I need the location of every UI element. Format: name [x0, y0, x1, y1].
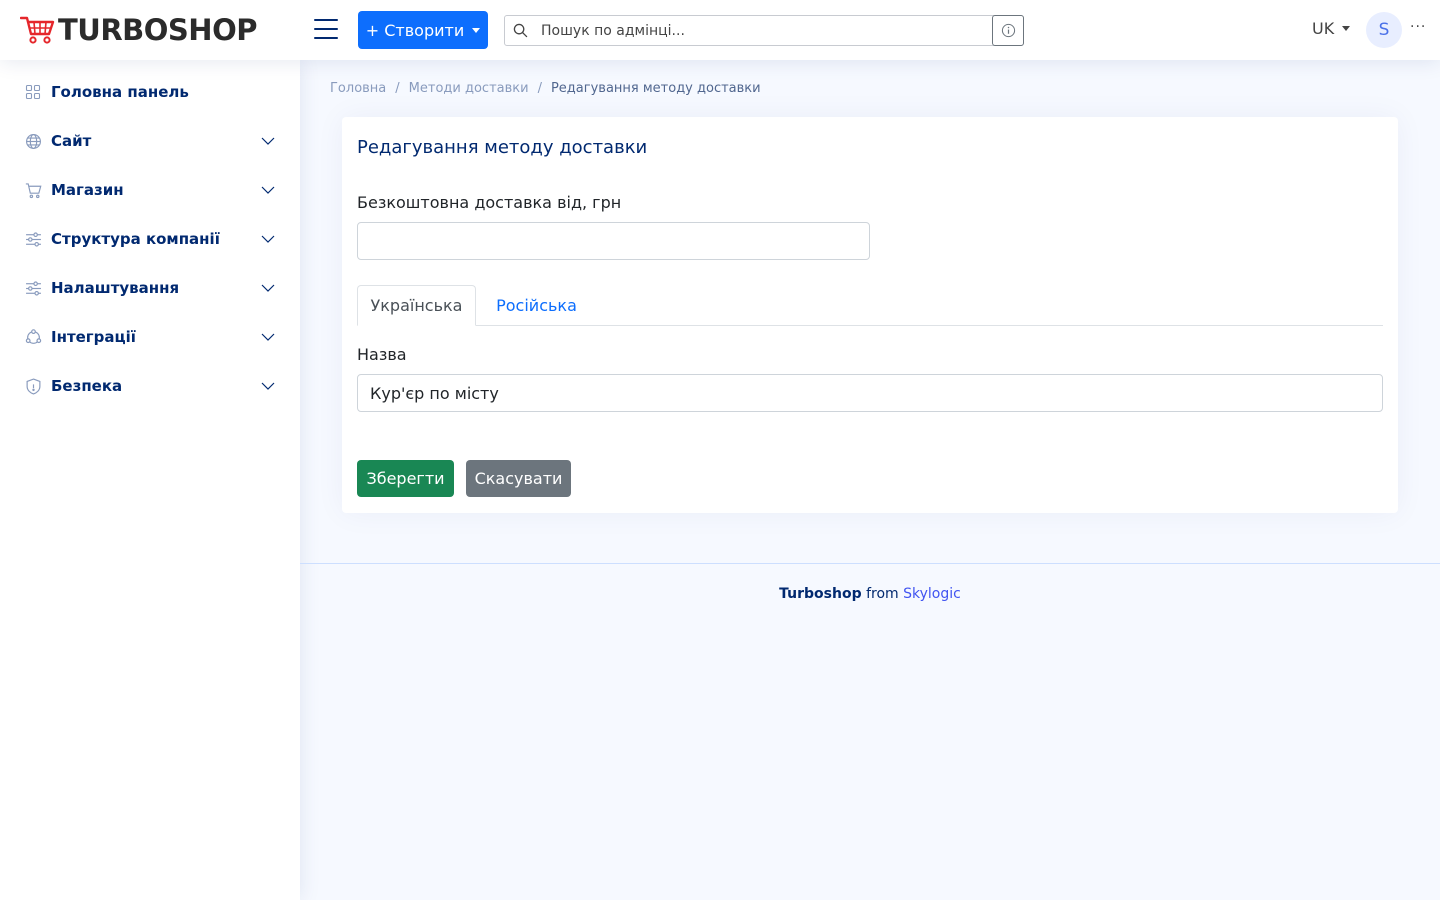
footer: Turboshop from Skylogic [300, 586, 1440, 602]
breadcrumb-current: Редагування методу доставки [550, 81, 761, 96]
free-delivery-label: Безкоштовна доставка від, грн [357, 193, 622, 212]
sidebar-item-dashboard[interactable]: Головна панель [24, 80, 276, 104]
cart-icon [24, 181, 42, 199]
sliders-icon [24, 230, 42, 248]
avatar[interactable]: S [1366, 12, 1402, 48]
sidebar-item-label: Безпека [51, 377, 123, 395]
create-button-label: + Створити [365, 20, 465, 40]
search-icon [505, 23, 535, 38]
integration-icon [24, 328, 42, 346]
name-input[interactable] [357, 374, 1383, 412]
language-tabs: Українська Російська [357, 285, 1383, 326]
sidebar-item-shop[interactable]: Магазин [24, 178, 276, 202]
search-info-button[interactable] [992, 15, 1024, 46]
chevron-down-icon [261, 137, 275, 145]
sidebar-item-label: Магазин [51, 181, 124, 199]
footer-brand: Turboshop [779, 586, 862, 602]
cart-logo-icon [20, 16, 55, 44]
footer-company-link[interactable]: Skylogic [903, 586, 961, 602]
logo-text: TURBOSHOP [58, 13, 257, 47]
sidebar-item-security[interactable]: Безпека [24, 374, 276, 398]
menu-toggle-icon[interactable] [314, 19, 338, 41]
caret-down-icon [1342, 26, 1351, 31]
page-title: Редагування методу доставки [357, 137, 648, 158]
sidebar-item-integrations[interactable]: Інтеграції [24, 325, 276, 349]
free-delivery-input[interactable] [357, 222, 870, 260]
tab-ukrainian[interactable]: Українська [357, 285, 476, 326]
language-label: UK [1312, 19, 1335, 38]
sidebar-item-settings[interactable]: Налаштування [24, 276, 276, 300]
chevron-down-icon [261, 333, 275, 341]
breadcrumb: Головна / Методи доставки / Редагування … [330, 81, 761, 96]
footer-divider [300, 563, 1440, 564]
sidebar-item-label: Інтеграції [51, 328, 136, 346]
breadcrumb-delivery-methods-link[interactable]: Методи доставки [409, 81, 529, 96]
tab-russian[interactable]: Російська [478, 285, 595, 326]
edit-delivery-card: Редагування методу доставки Безкоштовна … [342, 117, 1398, 513]
sliders-icon [24, 279, 42, 297]
sidebar: Головна панель Сайт Магазин Структура ко… [0, 60, 300, 900]
info-icon [1001, 23, 1015, 38]
breadcrumb-home-link[interactable]: Головна [330, 81, 386, 96]
sidebar-item-site[interactable]: Сайт [24, 129, 276, 153]
sidebar-item-label: Налаштування [51, 279, 180, 297]
top-header: TURBOSHOP + Створити UK S ··· [0, 0, 1440, 60]
chevron-down-icon [261, 235, 275, 243]
search-bar [504, 15, 1024, 46]
language-selector[interactable]: UK [1312, 19, 1351, 38]
chevron-down-icon [261, 382, 275, 390]
chevron-down-icon [261, 284, 275, 292]
name-label: Назва [357, 345, 407, 364]
create-button[interactable]: + Створити [358, 11, 488, 49]
sidebar-item-label: Структура компанії [51, 230, 220, 248]
cancel-button[interactable]: Скасувати [466, 460, 571, 497]
search-input[interactable] [535, 16, 992, 45]
logo[interactable]: TURBOSHOP [20, 14, 257, 46]
grid-icon [24, 83, 42, 101]
chevron-down-icon [261, 186, 275, 194]
sidebar-item-label: Сайт [51, 132, 92, 150]
breadcrumb-separator: / [395, 81, 400, 96]
footer-from: from [866, 586, 899, 602]
breadcrumb-separator: / [537, 81, 542, 96]
globe-icon [24, 132, 42, 150]
more-options-icon[interactable]: ··· [1410, 19, 1426, 35]
save-button[interactable]: Зберегти [357, 460, 454, 497]
sidebar-item-company-structure[interactable]: Структура компанії [24, 227, 276, 251]
shield-icon [24, 377, 42, 395]
caret-down-icon [472, 27, 481, 33]
sidebar-item-label: Головна панель [51, 83, 189, 101]
